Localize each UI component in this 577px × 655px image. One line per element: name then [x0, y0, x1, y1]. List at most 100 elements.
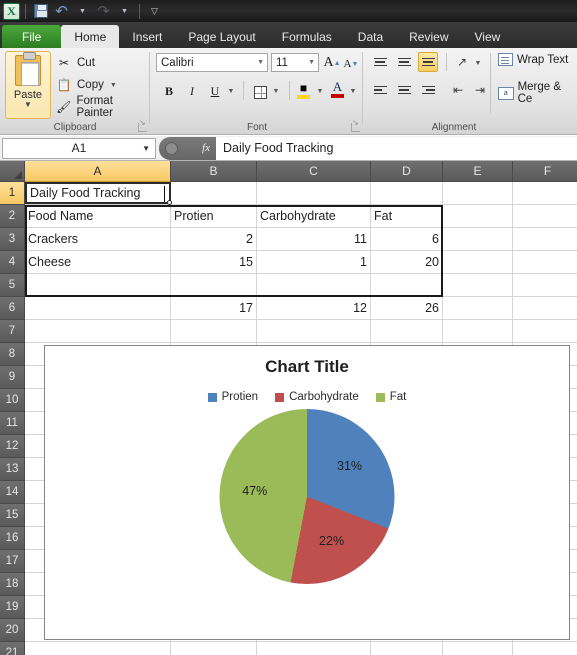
underline-dropdown[interactable]: ▼	[225, 81, 237, 102]
cell-C6[interactable]: 12	[257, 297, 371, 320]
formula-input[interactable]: Daily Food Tracking	[216, 136, 577, 160]
cell-C3[interactable]: 11	[257, 228, 371, 251]
increase-indent-button[interactable]: ⇥	[470, 80, 490, 100]
tab-review[interactable]: Review	[396, 25, 461, 48]
tab-formulas[interactable]: Formulas	[269, 25, 345, 48]
cell-E21[interactable]	[443, 642, 513, 655]
cell-B7[interactable]	[171, 320, 257, 343]
cell-B1[interactable]	[171, 182, 257, 205]
cell-F21[interactable]	[513, 642, 577, 655]
legend-item-carbohydrate[interactable]: Carbohydrate	[275, 391, 359, 403]
row-header-9[interactable]: 9	[0, 366, 25, 389]
decrease-indent-button[interactable]: ⇤	[448, 80, 468, 100]
cut-button[interactable]: ✂ Cut	[56, 53, 95, 73]
italic-button[interactable]: I	[182, 81, 202, 102]
cell-D21[interactable]	[371, 642, 443, 655]
chart-object[interactable]: Chart Title Protien Carbohydrate Fat 31%	[44, 345, 570, 640]
row-header-14[interactable]: 14	[0, 481, 25, 504]
cancel-enter-icon[interactable]	[165, 141, 178, 155]
row-header-20[interactable]: 20	[0, 619, 25, 642]
cell-F2[interactable]	[513, 205, 577, 228]
undo-dropdown[interactable]: ▼	[73, 2, 92, 21]
merge-center-button[interactable]: a Merge & Ce	[498, 81, 577, 105]
row-header-16[interactable]: 16	[0, 527, 25, 550]
paste-button[interactable]: Paste ▼	[5, 51, 51, 119]
row-header-10[interactable]: 10	[0, 389, 25, 412]
orientation-button[interactable]: ↗	[452, 52, 472, 72]
cell-D2[interactable]: Fat	[371, 205, 443, 228]
cell-F1[interactable]	[513, 182, 577, 205]
cell-C4[interactable]: 1	[257, 251, 371, 274]
align-top-button[interactable]	[370, 52, 390, 72]
tab-data[interactable]: Data	[345, 25, 396, 48]
font-color-dropdown[interactable]: ▼	[347, 81, 359, 102]
bold-button[interactable]: B	[159, 81, 179, 102]
row-header-4[interactable]: 4	[0, 251, 25, 274]
cell-C2[interactable]: Carbohydrate	[257, 205, 371, 228]
chart-legend[interactable]: Protien Carbohydrate Fat	[45, 391, 569, 403]
cell-A3[interactable]: Crackers	[25, 228, 171, 251]
cell-A7[interactable]	[25, 320, 171, 343]
orientation-dropdown[interactable]: ▼	[472, 53, 484, 74]
wrap-text-button[interactable]: Wrap Text	[498, 53, 568, 66]
shrink-font-button[interactable]: A ▼	[342, 53, 360, 74]
legend-item-fat[interactable]: Fat	[375, 391, 406, 403]
column-header-f[interactable]: F	[513, 161, 577, 182]
cell-F6[interactable]	[513, 297, 577, 320]
column-header-d[interactable]: D	[371, 161, 443, 182]
borders-button[interactable]	[251, 82, 269, 103]
row-header-17[interactable]: 17	[0, 550, 25, 573]
row-header-6[interactable]: 6	[0, 297, 25, 320]
select-all-button[interactable]	[0, 161, 25, 182]
tab-page-layout[interactable]: Page Layout	[175, 25, 268, 48]
row-header-19[interactable]: 19	[0, 596, 25, 619]
row-header-13[interactable]: 13	[0, 458, 25, 481]
cell-C21[interactable]	[257, 642, 371, 655]
font-dialog-launcher[interactable]	[351, 118, 360, 132]
font-size-input[interactable]: 11 ▼	[271, 53, 319, 72]
tab-home[interactable]: Home	[61, 25, 120, 48]
fill-color-button[interactable]: ■	[297, 81, 310, 99]
cell-B2[interactable]: Protien	[171, 205, 257, 228]
align-bottom-button[interactable]	[418, 52, 438, 72]
tab-view[interactable]: View	[462, 25, 514, 48]
tab-insert[interactable]: Insert	[119, 25, 175, 48]
row-header-2[interactable]: 2	[0, 205, 25, 228]
undo-button[interactable]: ↶	[52, 2, 71, 21]
cell-F3[interactable]	[513, 228, 577, 251]
pie-plot-area[interactable]: 31% 22% 47%	[45, 409, 569, 609]
save-button[interactable]	[31, 2, 50, 21]
row-header-12[interactable]: 12	[0, 435, 25, 458]
cell-F4[interactable]	[513, 251, 577, 274]
cell-A5[interactable]	[25, 274, 171, 297]
row-header-18[interactable]: 18	[0, 573, 25, 596]
row-header-21[interactable]: 21	[0, 642, 25, 655]
cell-D5[interactable]	[371, 274, 443, 297]
cell-B21[interactable]	[171, 642, 257, 655]
row-header-5[interactable]: 5	[0, 274, 25, 297]
align-center-button[interactable]	[394, 80, 414, 100]
name-box[interactable]: A1 ▼	[2, 137, 156, 159]
cell-A4[interactable]: Cheese	[25, 251, 171, 274]
row-header-7[interactable]: 7	[0, 320, 25, 343]
tab-file[interactable]: File	[2, 25, 62, 48]
cell-A6[interactable]	[25, 297, 171, 320]
copy-button[interactable]: 📋 Copy ▼	[56, 75, 117, 95]
column-header-b[interactable]: B	[171, 161, 257, 182]
font-color-button[interactable]: A	[331, 80, 344, 98]
legend-item-protien[interactable]: Protien	[207, 391, 258, 403]
cell-F5[interactable]	[513, 274, 577, 297]
cell-B5[interactable]	[171, 274, 257, 297]
cell-E1[interactable]	[443, 182, 513, 205]
row-header-15[interactable]: 15	[0, 504, 25, 527]
cell-C7[interactable]	[257, 320, 371, 343]
cell-B6[interactable]: 17	[171, 297, 257, 320]
row-header-3[interactable]: 3	[0, 228, 25, 251]
cell-A2[interactable]: Food Name	[25, 205, 171, 228]
align-right-button[interactable]	[418, 80, 438, 100]
column-header-c[interactable]: C	[257, 161, 371, 182]
format-painter-button[interactable]: 🖌 Format Painter	[56, 95, 150, 119]
cell-E6[interactable]	[443, 297, 513, 320]
cell-E2[interactable]	[443, 205, 513, 228]
cell-E4[interactable]	[443, 251, 513, 274]
